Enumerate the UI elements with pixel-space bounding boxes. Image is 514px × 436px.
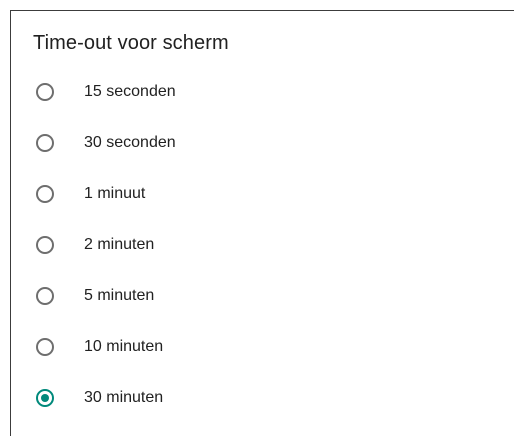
dialog-title: Time-out voor scherm [33,32,229,54]
option-label: 15 seconden [84,83,176,100]
option-2-minutes[interactable]: 2 minuten [11,220,514,271]
option-label: 30 seconden [84,134,176,151]
radio-button-checked-icon[interactable] [36,389,54,407]
radio-button-icon[interactable] [36,185,54,203]
radio-button-icon[interactable] [36,83,54,101]
radio-button-icon[interactable] [36,287,54,305]
option-label: 2 minuten [84,236,155,253]
option-10-minutes[interactable]: 10 minuten [11,322,514,373]
option-15-seconds[interactable]: 15 seconden [11,67,514,118]
timeout-options-list: 15 seconden 30 seconden 1 minuut 2 minut… [11,67,514,424]
option-30-minutes[interactable]: 30 minuten [11,373,514,424]
option-label: 30 minuten [84,389,164,406]
option-5-minutes[interactable]: 5 minuten [11,271,514,322]
radio-button-icon[interactable] [36,134,54,152]
option-label: 5 minuten [84,287,155,304]
radio-button-icon[interactable] [36,338,54,356]
screen-timeout-dialog: Time-out voor scherm 15 seconden 30 seco… [10,10,514,436]
radio-button-icon[interactable] [36,236,54,254]
option-label: 1 minuut [84,185,146,202]
option-label: 10 minuten [84,338,164,355]
option-1-minute[interactable]: 1 minuut [11,169,514,220]
option-30-seconds[interactable]: 30 seconden [11,118,514,169]
